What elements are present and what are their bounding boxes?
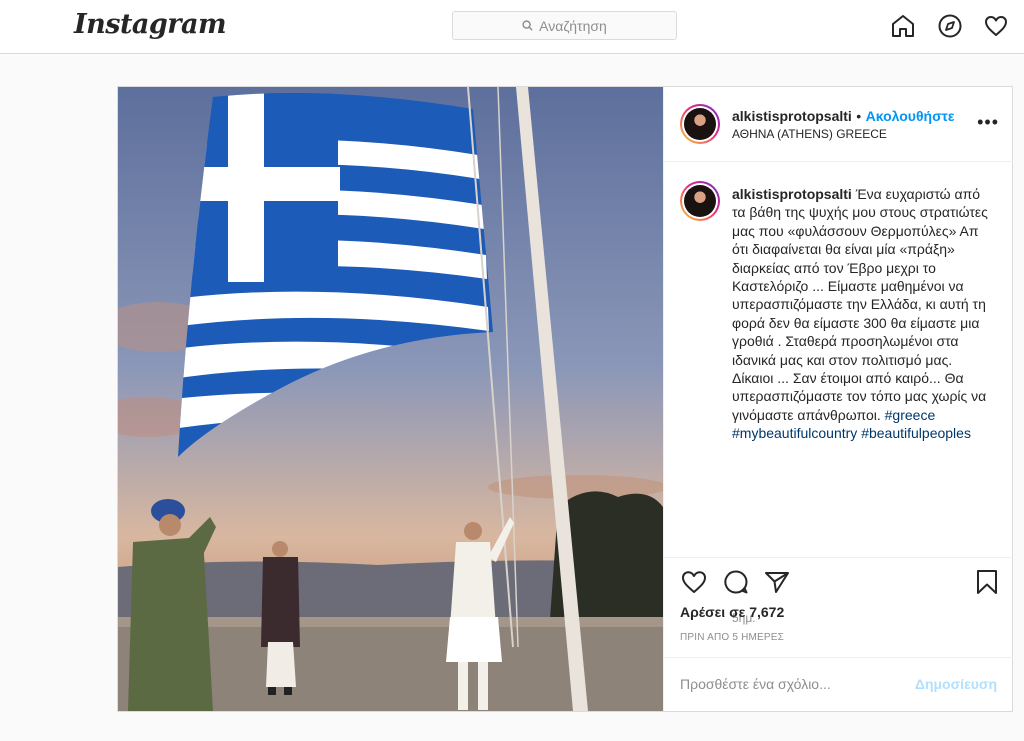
- caption-text: alkistisprotopsalti Ένα ευχαριστώ από τα…: [732, 185, 992, 443]
- publish-button[interactable]: Δημοσίευση: [915, 676, 997, 692]
- comment-form: Προσθέστε ένα σχόλιο... Δημοσίευση: [664, 657, 1013, 711]
- post-timestamp[interactable]: ΠΡΙΝ ΑΠΟ 5 ΗΜΕΡΕΣ: [680, 632, 784, 643]
- likes-count[interactable]: Αρέσει σε 7,672: [680, 604, 784, 620]
- instagram-logo[interactable]: Instagram: [74, 9, 227, 40]
- share-icon[interactable]: [763, 568, 791, 596]
- post-sidebar: alkistisprotopsalti • Ακολουθήστε ΑΘΗΝΑ …: [663, 87, 1013, 711]
- hashtag-link[interactable]: #beautifulpeoples: [861, 425, 971, 441]
- home-icon[interactable]: [890, 13, 916, 39]
- search-placeholder: Αναζήτηση: [539, 17, 607, 34]
- post-photo[interactable]: [118, 87, 663, 711]
- separator-dot: •: [856, 108, 862, 124]
- caption-username[interactable]: alkistisprotopsalti: [732, 186, 852, 202]
- comment-input[interactable]: Προσθέστε ένα σχόλιο...: [680, 676, 831, 692]
- post-card: alkistisprotopsalti • Ακολουθήστε ΑΘΗΝΑ …: [117, 86, 1013, 712]
- post-location[interactable]: ΑΘΗΝΑ (ATHENS) GREECE: [732, 127, 887, 141]
- heart-icon[interactable]: [983, 13, 1009, 39]
- caption-avatar[interactable]: [680, 181, 720, 221]
- avatar[interactable]: [680, 104, 720, 144]
- follow-button[interactable]: Ακολουθήστε: [866, 108, 955, 124]
- hashtag-link[interactable]: #greece: [885, 407, 936, 423]
- top-navigation: Instagram Αναζήτηση: [0, 0, 1024, 54]
- save-icon[interactable]: [973, 568, 1001, 596]
- flag-raising-photo: [118, 87, 663, 711]
- post-actions: Αρέσει σε 7,672 ΠΡΙΝ ΑΠΟ 5 ΗΜΕΡΕΣ: [664, 557, 1013, 657]
- more-options-icon[interactable]: •••: [977, 112, 999, 133]
- post-header: alkistisprotopsalti • Ακολουθήστε ΑΘΗΝΑ …: [664, 87, 1013, 162]
- post-username[interactable]: alkistisprotopsalti: [732, 108, 852, 124]
- caption-section: alkistisprotopsalti Ένα ευχαριστώ από τα…: [664, 163, 1013, 625]
- caption-body: Ένα ευχαριστώ από τα βάθη της ψυχής μου …: [732, 186, 988, 423]
- explore-icon[interactable]: [937, 13, 963, 39]
- search-icon: [522, 20, 533, 31]
- heart-icon[interactable]: [680, 568, 708, 596]
- hashtag-link[interactable]: #mybeautifulcountry: [732, 425, 857, 441]
- search-input[interactable]: Αναζήτηση: [452, 11, 677, 40]
- comment-icon[interactable]: [722, 568, 750, 596]
